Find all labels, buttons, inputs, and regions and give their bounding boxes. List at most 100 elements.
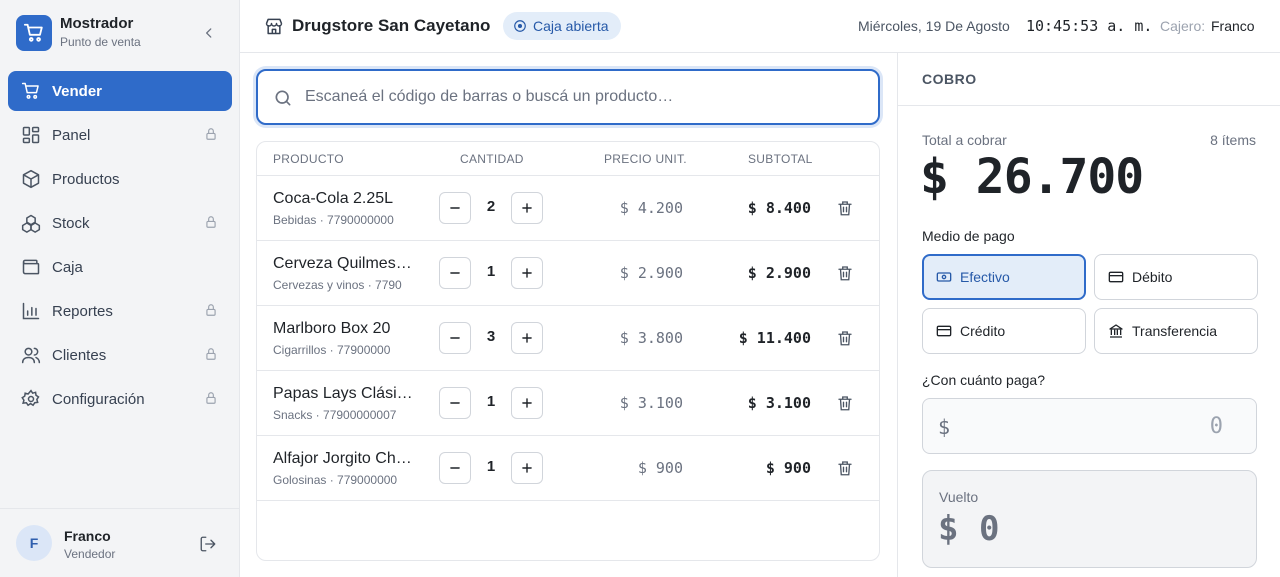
table-header: PRODUCTO CANTIDAD PRECIO UNIT. SUBTOTAL	[257, 142, 879, 176]
increase-quantity-button[interactable]	[511, 452, 543, 484]
paid-amount-label: ¿Con cuánto paga?	[922, 372, 1045, 388]
sidebar-item-caja[interactable]: Caja	[8, 247, 232, 287]
sidebar-item-clientes[interactable]: Clientes	[8, 335, 232, 375]
search-input[interactable]	[305, 83, 865, 111]
minus-icon	[450, 467, 460, 469]
trash-icon[interactable]	[836, 394, 854, 412]
unit-price: $ 900	[637, 459, 683, 477]
quantity-value: 1	[486, 393, 496, 410]
minus-icon	[450, 402, 460, 404]
search-icon	[273, 88, 293, 108]
decrease-quantity-button[interactable]	[439, 257, 471, 289]
sidebar-item-productos[interactable]: Productos	[8, 159, 232, 199]
decrease-quantity-button[interactable]	[439, 387, 471, 419]
card-icon	[1108, 269, 1124, 285]
lock-icon	[204, 347, 220, 363]
row-subtotal: $ 8.400	[747, 199, 811, 217]
sidebar-item-configuracion[interactable]: Configuración	[8, 379, 232, 419]
table-row: Marlboro Box 20 Cigarrillos · 77900000 3…	[257, 306, 879, 371]
sidebar-item-panel[interactable]: Panel	[8, 115, 232, 155]
decrease-quantity-button[interactable]	[439, 192, 471, 224]
increase-quantity-button[interactable]	[511, 257, 543, 289]
change-box: Vuelto $ 0	[922, 470, 1257, 568]
checkout-panel: COBRO Total a cobrar 8 ítems $ 26.700 Me…	[897, 53, 1280, 577]
cart-table: PRODUCTO CANTIDAD PRECIO UNIT. SUBTOTAL …	[256, 141, 880, 561]
lock-icon	[204, 215, 220, 231]
table-row: Cerveza Quilmes 1L Cervezas y vinos · 77…	[257, 241, 879, 306]
payment-transferencia-button[interactable]: Transferencia	[1094, 308, 1258, 354]
sidebar: Mostrador Punto de venta Vender Panel Pr…	[0, 0, 240, 577]
minus-icon	[450, 272, 460, 274]
cart-icon	[21, 81, 41, 101]
user-name: Franco	[64, 528, 111, 544]
users-icon	[21, 345, 41, 365]
total-label: Total a cobrar	[922, 132, 1007, 148]
lock-icon	[204, 127, 220, 143]
payment-label: Débito	[1132, 269, 1173, 285]
plus-icon	[522, 333, 532, 343]
col-product: PRODUCTO	[273, 152, 344, 166]
sidebar-item-stock[interactable]: Stock	[8, 203, 232, 243]
trash-icon[interactable]	[836, 264, 854, 282]
increase-quantity-button[interactable]	[511, 192, 543, 224]
status-badge-label: Caja abierta	[533, 18, 609, 34]
checkout-header: COBRO	[898, 53, 1280, 106]
brand-title: Mostrador	[60, 15, 134, 32]
main-area: PRODUCTO CANTIDAD PRECIO UNIT. SUBTOTAL …	[240, 53, 897, 577]
sidebar-item-reportes[interactable]: Reportes	[8, 291, 232, 331]
lock-icon	[204, 391, 220, 407]
paid-amount-box[interactable]: $	[922, 398, 1257, 454]
trash-icon[interactable]	[836, 459, 854, 477]
decrease-quantity-button[interactable]	[439, 452, 471, 484]
product-meta: Snacks · 77900000007	[273, 408, 397, 422]
payment-debito-button[interactable]: Débito	[1094, 254, 1258, 300]
sidebar-item-vender[interactable]: Vender	[8, 71, 232, 111]
product-meta: Golosinas · 779000000	[273, 473, 398, 487]
gear-icon	[21, 389, 41, 409]
bar-chart-icon	[21, 301, 41, 321]
unit-price: $ 3.100	[619, 394, 683, 412]
row-subtotal: $ 3.100	[747, 394, 811, 412]
product-name: Alfajor Jorgito Chocolate	[273, 450, 413, 467]
row-subtotal: $ 11.400	[738, 329, 811, 347]
user-card: F Franco Vendedor	[0, 508, 239, 577]
plus-icon	[522, 203, 532, 213]
sidebar-item-label: Reportes	[52, 302, 113, 320]
paid-amount-input[interactable]	[963, 411, 1223, 441]
decrease-quantity-button[interactable]	[439, 322, 471, 354]
table-row: Coca-Cola 2.25L Bebidas · 7790000000 2 $…	[257, 176, 879, 241]
sidebar-item-label: Caja	[52, 258, 83, 276]
sidebar-nav: Vender Panel Productos Stock Caja Report…	[8, 71, 232, 423]
sidebar-item-label: Clientes	[52, 346, 107, 364]
search-box[interactable]	[256, 69, 880, 125]
product-name: Papas Lays Clásicas	[273, 385, 413, 402]
chevron-left-icon[interactable]	[200, 24, 218, 42]
unit-price: $ 3.800	[619, 329, 683, 347]
box-icon	[21, 169, 41, 189]
table-row: Papas Lays Clásicas Snacks · 77900000007…	[257, 371, 879, 436]
product-name: Coca-Cola 2.25L	[273, 190, 394, 207]
payment-method-label: Medio de pago	[922, 228, 1015, 244]
payment-credito-button[interactable]: Crédito	[922, 308, 1086, 354]
trash-icon[interactable]	[836, 199, 854, 217]
row-subtotal: $ 2.900	[747, 264, 811, 282]
minus-icon	[450, 337, 460, 339]
payment-efectivo-button[interactable]: Efectivo	[922, 254, 1086, 300]
trash-icon[interactable]	[836, 329, 854, 347]
increase-quantity-button[interactable]	[511, 322, 543, 354]
change-label: Vuelto	[939, 489, 979, 505]
product-name: Marlboro Box 20	[273, 320, 391, 337]
user-role: Vendedor	[64, 547, 116, 561]
bank-icon	[1108, 323, 1124, 339]
increase-quantity-button[interactable]	[511, 387, 543, 419]
unit-price: $ 2.900	[619, 264, 683, 282]
sidebar-item-label: Productos	[52, 170, 120, 188]
logout-icon[interactable]	[199, 535, 217, 553]
status-badge: Caja abierta	[503, 12, 621, 40]
brand-subtitle: Punto de venta	[60, 35, 141, 49]
unit-price: $ 4.200	[619, 199, 683, 217]
cashier-name: Franco	[1211, 18, 1255, 34]
card-icon	[936, 323, 952, 339]
col-quantity: CANTIDAD	[460, 152, 524, 166]
avatar: F	[16, 525, 52, 561]
